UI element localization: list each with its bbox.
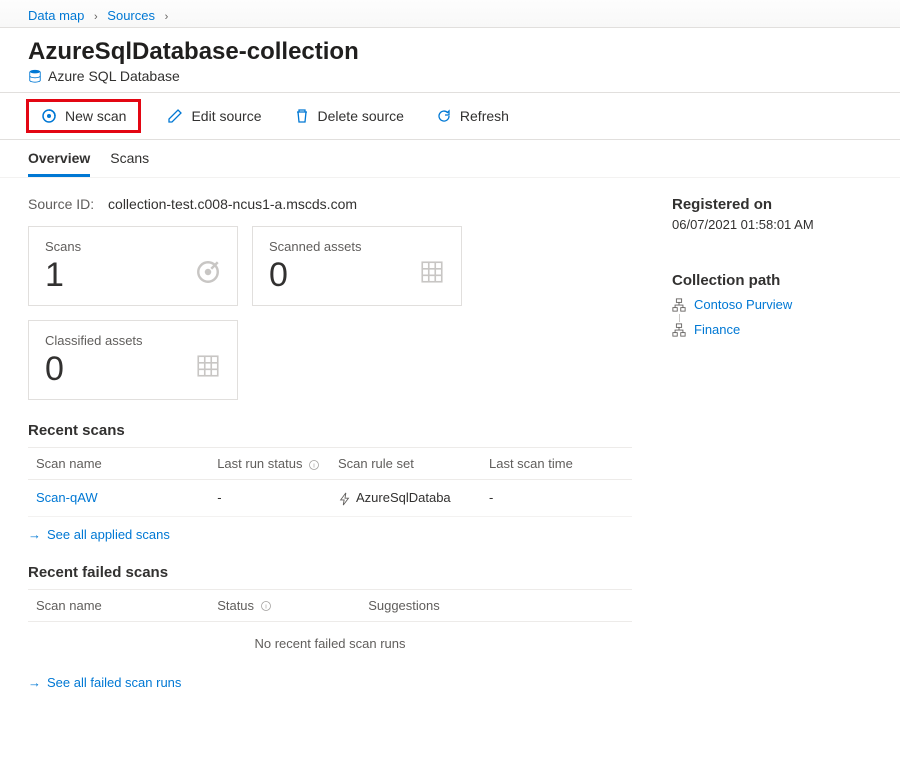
edit-source-label: Edit source	[191, 108, 261, 124]
scanned-assets-label: Scanned assets	[269, 239, 445, 254]
delete-source-button[interactable]: Delete source	[288, 104, 410, 128]
arrow-right-icon: →	[28, 527, 41, 542]
source-id-label: Source ID:	[28, 196, 94, 212]
col-failed-scan-name[interactable]: Scan name	[28, 589, 209, 621]
last-run-status-cell: -	[209, 480, 330, 517]
registered-on-value: 06/07/2021 01:58:01 AM	[672, 217, 872, 232]
source-type: Azure SQL Database	[28, 68, 872, 84]
hierarchy-icon	[672, 323, 686, 337]
delete-source-label: Delete source	[318, 108, 404, 124]
chevron-right-icon: ›	[94, 11, 98, 23]
failed-scans-table: Scan name Status i Suggestions	[28, 589, 632, 622]
col-last-scan-time[interactable]: Last scan time	[481, 448, 632, 480]
scan-name-cell[interactable]: Scan-qAW	[28, 480, 209, 517]
classified-assets-label: Classified assets	[45, 333, 221, 348]
collection-path-item[interactable]: Contoso Purview	[672, 297, 872, 312]
hierarchy-icon	[672, 298, 686, 312]
see-all-failed-scans-label: See all failed scan runs	[47, 675, 181, 690]
source-id-row: Source ID: collection-test.c008-ncus1-a.…	[28, 196, 632, 212]
chevron-right-icon: ›	[165, 11, 169, 23]
recent-scans-title: Recent scans	[28, 422, 632, 439]
recent-scans-table: Scan name Last run status i Scan rule se…	[28, 447, 632, 517]
new-scan-label: New scan	[65, 108, 126, 124]
side-column: Registered on 06/07/2021 01:58:01 AM Col…	[672, 196, 872, 690]
pencil-icon	[167, 108, 183, 124]
table-icon	[195, 353, 221, 379]
refresh-icon	[436, 108, 452, 124]
arrow-right-icon: →	[28, 675, 41, 690]
col-last-run-status-label: Last run status	[217, 456, 302, 471]
breadcrumb-data-map[interactable]: Data map	[28, 8, 84, 23]
source-type-label: Azure SQL Database	[48, 68, 180, 84]
last-scan-time-cell: -	[481, 480, 632, 517]
main-column: Source ID: collection-test.c008-ncus1-a.…	[28, 196, 632, 690]
scans-card[interactable]: Scans 1	[28, 226, 238, 306]
col-status[interactable]: Status i	[209, 589, 360, 621]
col-scan-rule-set[interactable]: Scan rule set	[330, 448, 481, 480]
col-last-run-status[interactable]: Last run status i	[209, 448, 330, 480]
no-failed-scans-message: No recent failed scan runs	[28, 622, 632, 665]
edit-source-button[interactable]: Edit source	[161, 104, 267, 128]
svg-text:i: i	[313, 462, 315, 469]
tabs: Overview Scans	[0, 140, 900, 178]
collection-path-item[interactable]: Finance	[672, 322, 872, 337]
registered-on-label: Registered on	[672, 196, 872, 213]
classified-assets-card[interactable]: Classified assets 0	[28, 320, 238, 400]
col-status-label: Status	[217, 598, 254, 613]
tab-scans[interactable]: Scans	[110, 144, 149, 177]
new-scan-button[interactable]: New scan	[35, 104, 132, 128]
highlight-annotation: New scan	[26, 99, 141, 133]
refresh-button[interactable]: Refresh	[430, 104, 515, 128]
tab-overview[interactable]: Overview	[28, 144, 90, 177]
database-icon	[28, 69, 42, 83]
table-row[interactable]: Scan-qAW - AzureSqlDataba -	[28, 480, 632, 517]
collection-path-item-label: Contoso Purview	[694, 297, 792, 312]
collection-path: Contoso Purview Finance	[672, 297, 872, 337]
target-icon	[195, 259, 221, 285]
page-header: AzureSqlDatabase-collection Azure SQL Da…	[0, 28, 900, 93]
rule-set-text: AzureSqlDataba	[356, 490, 451, 505]
refresh-label: Refresh	[460, 108, 509, 124]
table-icon	[419, 259, 445, 285]
page-title: AzureSqlDatabase-collection	[28, 38, 872, 66]
scans-card-label: Scans	[45, 239, 221, 254]
scanned-assets-card[interactable]: Scanned assets 0	[252, 226, 462, 306]
see-all-failed-scan-runs-link[interactable]: → See all failed scan runs	[28, 675, 181, 690]
info-icon[interactable]: i	[260, 600, 272, 612]
collection-path-label: Collection path	[672, 272, 872, 289]
rule-set-cell: AzureSqlDataba	[330, 480, 481, 517]
source-id-value: collection-test.c008-ncus1-a.mscds.com	[108, 196, 357, 212]
info-icon[interactable]: i	[308, 459, 320, 471]
toolbar: New scan Edit source Delete source Refre…	[0, 93, 900, 140]
collection-path-item-label: Finance	[694, 322, 740, 337]
recent-failed-scans-title: Recent failed scans	[28, 564, 632, 581]
path-connector	[679, 314, 872, 322]
lightning-icon	[338, 492, 352, 506]
svg-text:i: i	[265, 603, 267, 610]
breadcrumb-sources[interactable]: Sources	[107, 8, 155, 23]
stats-cards: Scans 1 Scanned assets 0 Classified asse…	[28, 226, 632, 400]
col-suggestions[interactable]: Suggestions	[360, 589, 632, 621]
content-area: Source ID: collection-test.c008-ncus1-a.…	[0, 178, 900, 708]
scan-icon	[41, 108, 57, 124]
breadcrumb: Data map › Sources ›	[0, 0, 900, 28]
col-scan-name[interactable]: Scan name	[28, 448, 209, 480]
trash-icon	[294, 108, 310, 124]
see-all-applied-scans-link[interactable]: → See all applied scans	[28, 527, 170, 542]
see-all-applied-scans-label: See all applied scans	[47, 527, 170, 542]
